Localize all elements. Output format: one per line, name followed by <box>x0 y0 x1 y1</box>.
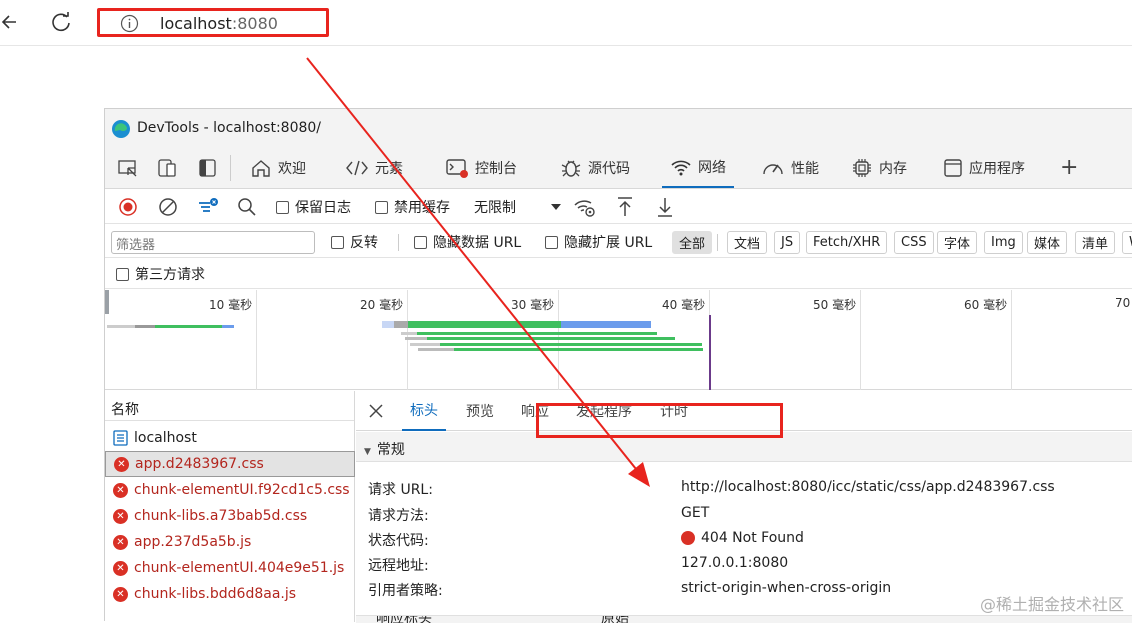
annotation-arrow <box>0 0 1132 621</box>
watermark: @稀土掘金技术社区 <box>980 591 1124 615</box>
